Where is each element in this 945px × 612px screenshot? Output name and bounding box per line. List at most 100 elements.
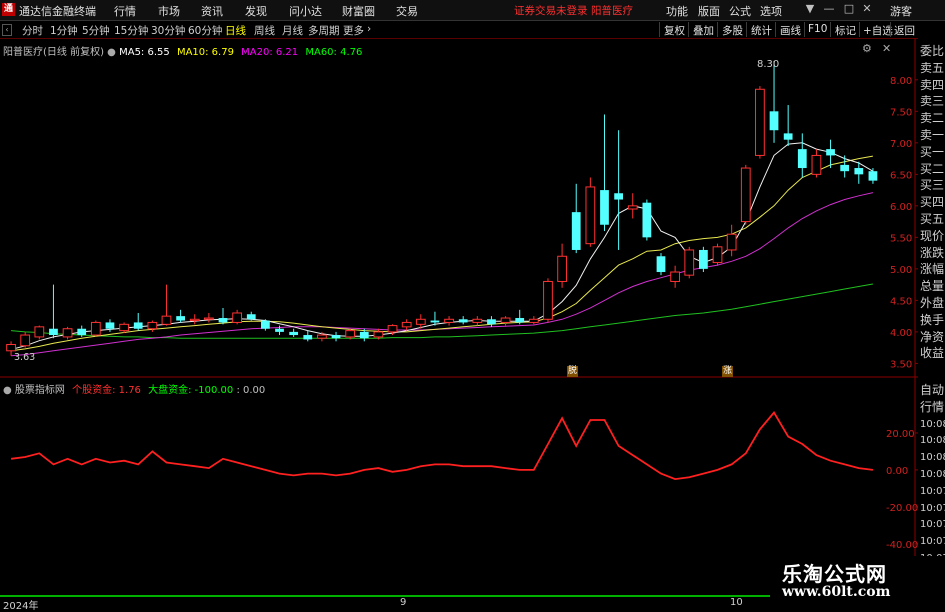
high-price-label: 8.30 xyxy=(757,59,780,70)
candle-body xyxy=(289,331,299,336)
tab-30min[interactable]: 30分钟 xyxy=(151,23,185,38)
mark-button[interactable]: 标记 xyxy=(835,23,856,38)
settings-icon[interactable]: ⚙ xyxy=(862,42,872,55)
y-tick-label: 20.00 xyxy=(886,429,915,440)
y-tick-label: 4.00 xyxy=(890,328,912,339)
candle-body xyxy=(585,186,596,245)
event-marker-2[interactable]: 涨 xyxy=(722,366,734,377)
stock-fund-legend: 个股资金: 1.76 xyxy=(72,385,141,396)
menu-item-ask[interactable]: 问小达 xyxy=(289,3,322,19)
tab-60min[interactable]: 60分钟 xyxy=(188,23,222,38)
ma60-legend: MA60: 4.76 xyxy=(305,47,363,58)
candle-body xyxy=(458,319,468,323)
menu-item-options[interactable]: 选项 xyxy=(760,3,782,19)
tab-multi-period[interactable]: 多周期 xyxy=(308,23,340,38)
current-stock-name: 阳普医疗 xyxy=(591,5,633,17)
ma20-legend: MA20: 6.21 xyxy=(241,47,299,58)
menu-item-formula[interactable]: 公式 xyxy=(729,3,751,19)
candle-body xyxy=(133,322,143,329)
toolbar-separator xyxy=(659,22,660,37)
add-watchlist-button[interactable]: +自选 xyxy=(863,23,893,38)
toolbar-separator xyxy=(890,22,891,37)
menu-item-market[interactable]: 市场 xyxy=(158,3,180,19)
multi-stock-button[interactable]: 多股 xyxy=(722,23,743,38)
close-icon[interactable]: ✕ xyxy=(860,2,874,17)
candle-body xyxy=(769,111,779,131)
guest-login-link[interactable]: 游客 xyxy=(890,3,912,19)
menu-item-layout[interactable]: 版面 xyxy=(698,3,720,19)
x-axis-label: 9 xyxy=(400,597,407,608)
indicator-settings-icon[interactable]: ● xyxy=(3,385,12,396)
menu-item-trade[interactable]: 交易 xyxy=(396,3,418,19)
candle-body xyxy=(20,334,31,347)
tab-monthly[interactable]: 月线 xyxy=(282,23,303,38)
minimize-icon[interactable]: — xyxy=(822,2,836,17)
tab-5min[interactable]: 5分钟 xyxy=(82,23,110,38)
chevron-down-icon[interactable]: ▼ xyxy=(803,2,817,17)
candle-body xyxy=(189,318,200,322)
candle-body xyxy=(387,325,398,333)
event-marker-1[interactable]: 脱 xyxy=(567,366,579,377)
tick-time-label: 10:08 xyxy=(920,469,945,480)
y-tick-label: -20.00 xyxy=(886,503,918,514)
expand-icon[interactable]: ‹ xyxy=(2,24,12,36)
menu-item-function[interactable]: 功能 xyxy=(666,3,688,19)
side-panel-label: 买三 xyxy=(920,178,945,193)
y-tick-label: 7.00 xyxy=(890,139,912,150)
candle-body xyxy=(246,314,256,320)
app-logo-icon: 通 xyxy=(2,3,15,16)
candle-body xyxy=(642,202,652,238)
back-button[interactable]: 返回 xyxy=(894,23,915,38)
tab-more[interactable]: 更多 xyxy=(343,23,364,38)
menu-item-discover[interactable]: 发现 xyxy=(245,3,267,19)
candle-body xyxy=(684,249,695,276)
fund-flow-line xyxy=(10,411,874,481)
y-tick-label: 5.50 xyxy=(890,233,912,244)
legend-settings-icon[interactable]: ● xyxy=(107,47,116,58)
side-panel-label: 涨跌 xyxy=(920,245,945,260)
candle-body xyxy=(77,328,87,336)
side-panel-label[interactable]: 自动 xyxy=(920,383,944,398)
tab-weekly[interactable]: 周线 xyxy=(254,23,275,38)
candle-body xyxy=(656,256,666,273)
draw-line-button[interactable]: 画线 xyxy=(780,23,801,38)
adjust-button[interactable]: 复权 xyxy=(664,23,685,38)
y-tick-label: -40.00 xyxy=(886,540,918,551)
tab-timeshare[interactable]: 分时 xyxy=(22,23,43,38)
menu-item-news[interactable]: 资讯 xyxy=(201,3,223,19)
toolbar-separator xyxy=(688,22,689,37)
chevron-right-icon[interactable]: › xyxy=(367,23,371,35)
candle-body xyxy=(331,335,341,339)
candle-body xyxy=(345,330,356,338)
candle-body xyxy=(49,328,58,336)
tick-time-label: 10:08 xyxy=(920,452,945,464)
side-panel-label: 买一 xyxy=(920,144,945,159)
app-title: 通达信金融终端 xyxy=(19,5,96,18)
candle-body xyxy=(797,149,807,169)
tab-15min[interactable]: 15分钟 xyxy=(114,23,148,38)
close-chart-icon[interactable]: ✕ xyxy=(882,42,891,55)
side-panel-label[interactable]: 行情 xyxy=(920,400,944,415)
kline-chart[interactable]: 3.50 4.00 4.50 5.00 5.50 6.00 6.50 7.00 7.50 8.00 xyxy=(0,38,918,378)
candle-body xyxy=(176,316,185,321)
overlay-button[interactable]: 叠加 xyxy=(693,23,714,38)
tick-time-label: 10:07 xyxy=(920,502,945,514)
f10-button[interactable]: F10 xyxy=(808,23,827,35)
maximize-icon[interactable]: □ xyxy=(842,2,856,17)
candle-body xyxy=(571,212,581,250)
statistics-button[interactable]: 统计 xyxy=(751,23,772,38)
menu-item-wealth-circle[interactable]: 财富圈 xyxy=(342,3,375,19)
candle-body xyxy=(34,326,45,338)
main-chart-legend: 阳普医疗(日线 前复权) ● MA5: 6.55 MA10: 6.79 MA20… xyxy=(3,43,362,58)
trade-login-notice[interactable]: 证券交易未登录 xyxy=(514,3,588,18)
candle-body xyxy=(119,323,129,332)
candle-body xyxy=(303,335,313,340)
y-tick-label: 0.00 xyxy=(886,466,908,477)
side-panel-label: 买二 xyxy=(920,161,945,176)
tab-1min[interactable]: 1分钟 xyxy=(50,23,78,38)
side-panel-label: 卖一 xyxy=(920,128,945,142)
menu-item-quotes[interactable]: 行情 xyxy=(114,3,136,19)
tab-daily[interactable]: 日线 xyxy=(225,23,246,38)
candle-body xyxy=(500,317,511,323)
side-panel-label: 净资 xyxy=(920,329,945,344)
